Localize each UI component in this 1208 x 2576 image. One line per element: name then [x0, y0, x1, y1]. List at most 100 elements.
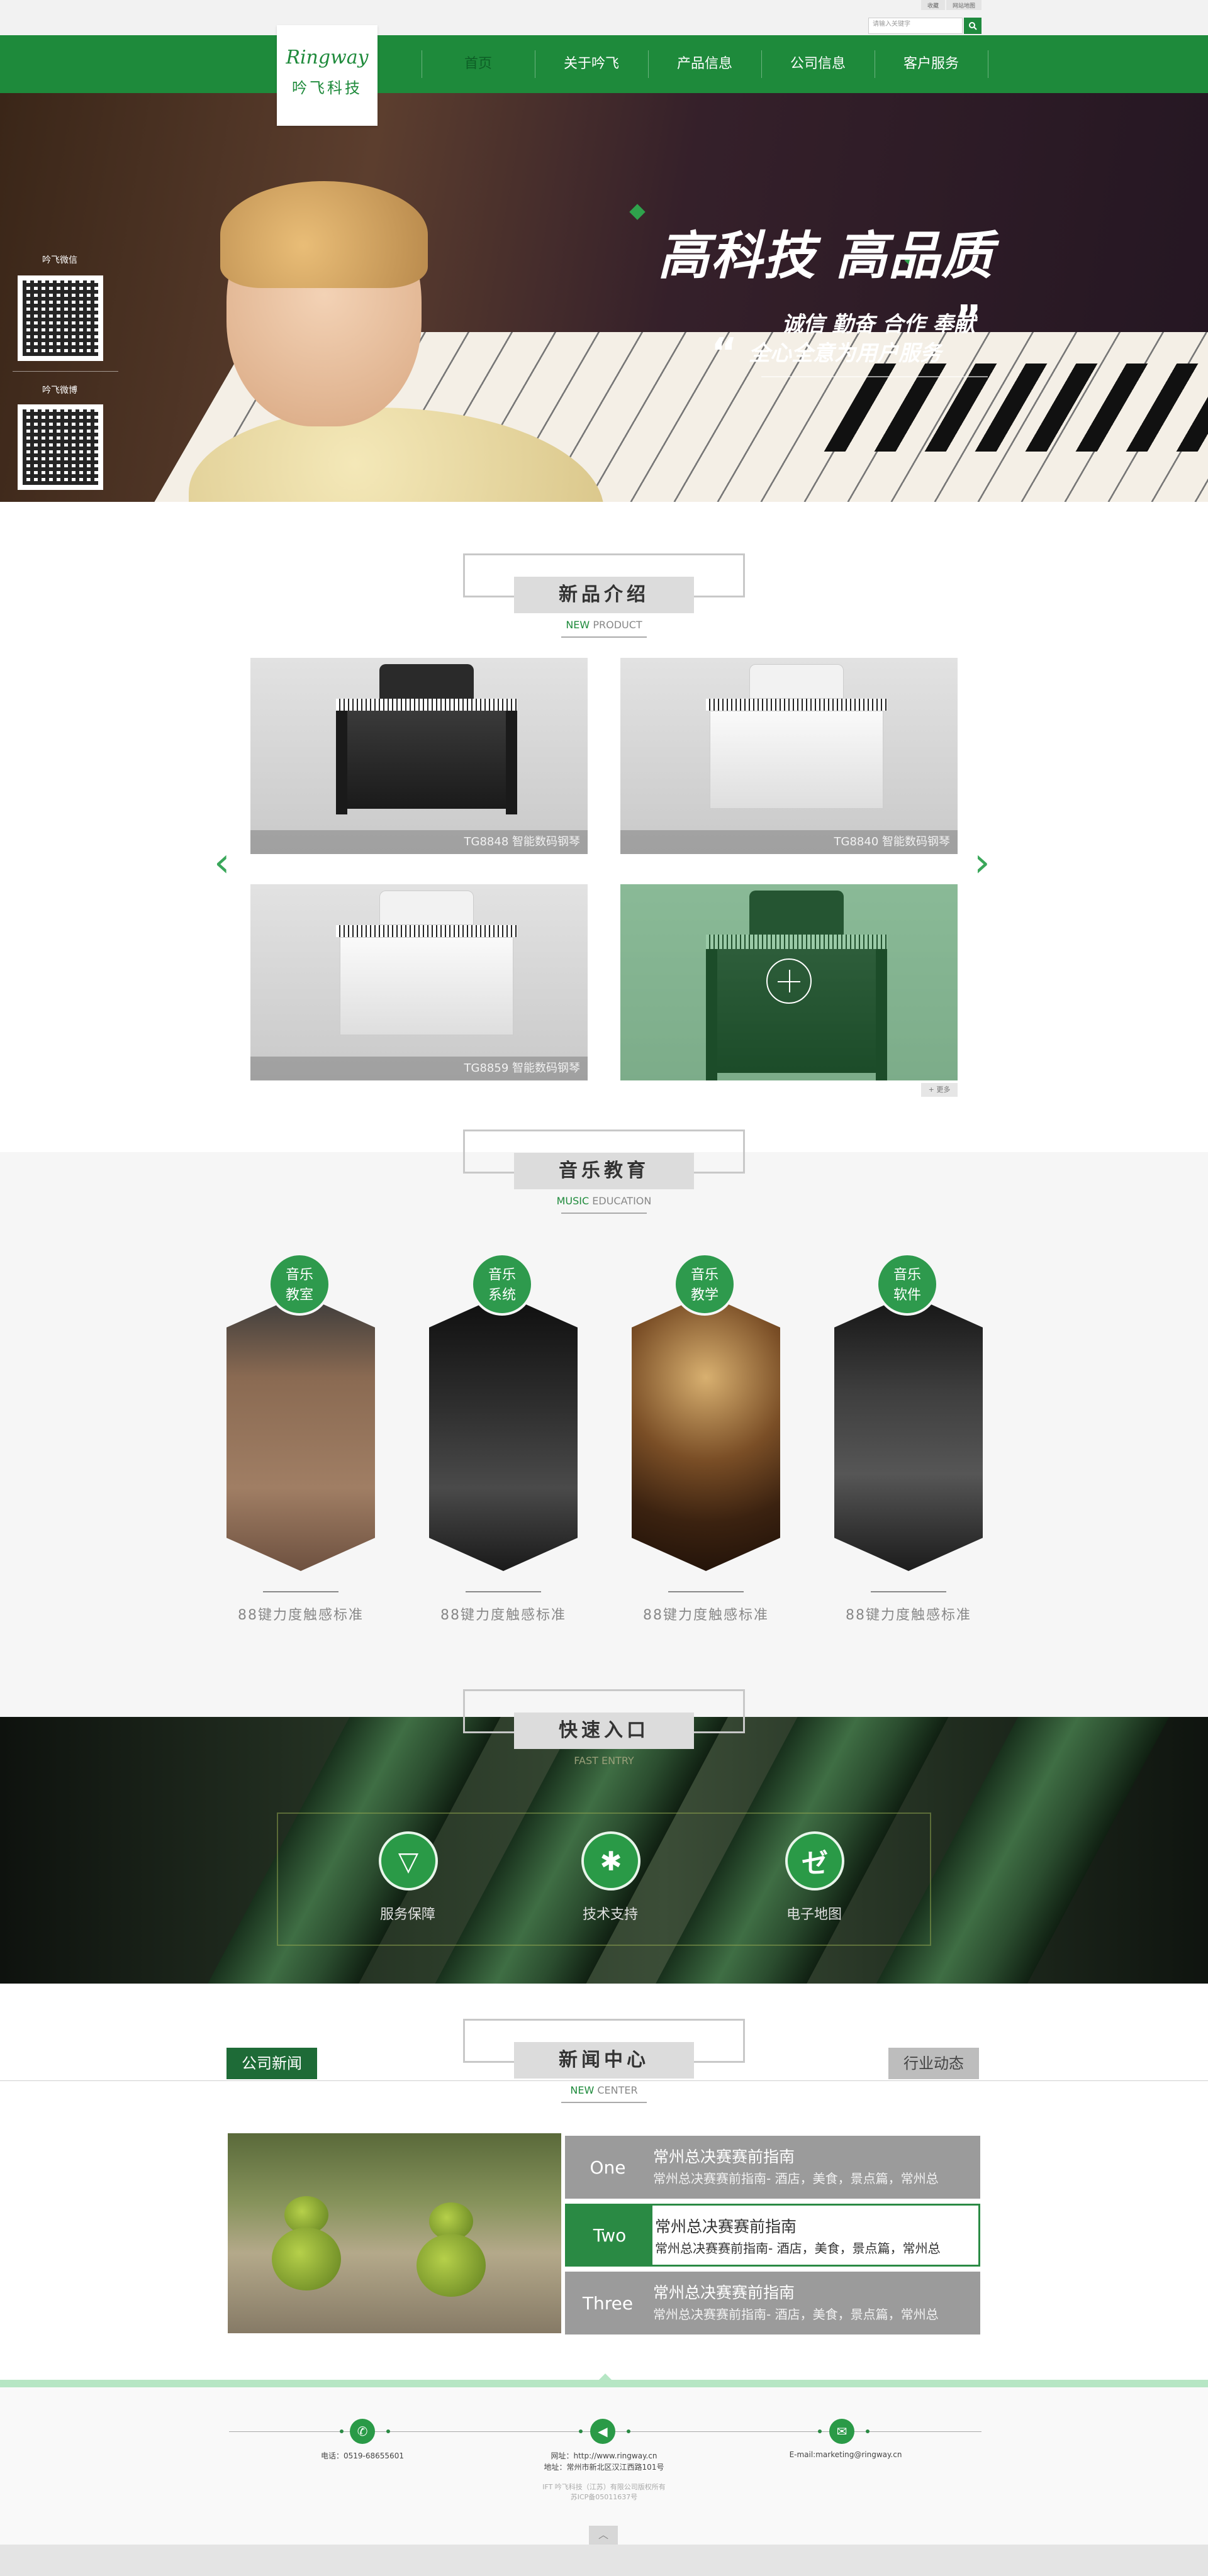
tab-company-news[interactable]: 公司新闻	[226, 2048, 317, 2079]
education-title: 音乐教育	[514, 1153, 694, 1189]
education-badge[interactable]: 音乐 教室	[268, 1253, 331, 1316]
product-card[interactable]: TG8840 智能数码钢琴	[620, 658, 958, 854]
quote-close-icon: ”	[955, 297, 982, 344]
search-placeholder: 请输入关键字	[873, 21, 910, 28]
footer-dot	[386, 2429, 390, 2433]
news-image[interactable]	[228, 2133, 561, 2333]
quick-entry-map[interactable]: 电子地图	[764, 1903, 864, 1923]
product-card[interactable]: TG8848 智能数码钢琴	[250, 658, 588, 854]
badge-line: 音乐	[893, 1267, 921, 1283]
qr-weibo	[18, 404, 103, 490]
tab-industry-news[interactable]: 行业动态	[888, 2048, 979, 2079]
subtitle-accent: MUSIC	[556, 1195, 590, 1207]
logo-script: Ringway	[286, 47, 369, 69]
footer-website[interactable]: 网址：http://www.ringway.cn	[510, 2450, 698, 2461]
education-badge[interactable]: 音乐 软件	[876, 1253, 939, 1316]
footer-dot	[579, 2429, 583, 2433]
badge-line: 教学	[690, 1287, 719, 1303]
education-badge[interactable]: 音乐 系统	[471, 1253, 534, 1316]
qr-weibo-label: 吟飞微博	[42, 386, 77, 396]
hero-banner: 吟飞微信 吟飞微博	[0, 93, 1208, 502]
triangle-down-icon[interactable]: ▽	[379, 1831, 438, 1890]
star-icon[interactable]: ✱	[581, 1831, 640, 1890]
badge-line: 软件	[893, 1287, 921, 1303]
subtitle-accent: NEW	[566, 619, 590, 631]
quick-entry-title: 快速入口	[514, 1713, 694, 1749]
top-links: 收藏 网站地图	[920, 0, 982, 10]
education-text: 88键力度触感标准	[440, 1607, 566, 1623]
product-caption: TG8848 智能数码钢琴	[250, 830, 588, 854]
news-number: Three	[582, 2292, 634, 2314]
qr-wechat	[18, 275, 103, 361]
hero-slogan-1: 诚信 勤奋 合作 奉献	[781, 312, 975, 337]
plus-icon[interactable]	[766, 958, 812, 1004]
education-image-software[interactable]	[834, 1294, 983, 1571]
products-title: 新品介绍	[514, 577, 694, 613]
education-badge[interactable]: 音乐 教学	[673, 1253, 736, 1316]
qr-divider	[13, 371, 118, 372]
search-button[interactable]	[964, 18, 982, 34]
more-button[interactable]: + 更多	[921, 1083, 958, 1097]
badge-line: 系统	[488, 1287, 516, 1303]
phone-icon: ✆	[350, 2419, 375, 2444]
logo[interactable]: Ringway 吟飞科技	[277, 25, 378, 126]
news-description: 常州总决赛赛前指南- 酒店，美食，景点篇，常州总	[655, 2241, 941, 2256]
footer-phone: 电话：0519-68655601	[321, 2451, 404, 2460]
top-bar	[0, 0, 1208, 35]
badge-line: 教室	[285, 1287, 313, 1303]
product-card-hover[interactable]	[620, 884, 958, 1080]
news-item-active[interactable]: Two 常州总决赛赛前指南 常州总决赛赛前指南- 酒店，美食，景点篇，常州总	[565, 2204, 980, 2267]
news-subtitle: NEW CENTER	[510, 2084, 698, 2096]
nav-products[interactable]: 产品信息	[648, 47, 761, 82]
subtitle-underline	[561, 1213, 647, 1214]
news-divider	[0, 2080, 1208, 2081]
baby-hair-image	[220, 181, 428, 288]
quick-entry-support[interactable]: 技术支持	[560, 1903, 661, 1923]
education-subtitle: MUSIC EDUCATION	[510, 1195, 698, 1207]
footer-dot	[866, 2429, 870, 2433]
footer-band	[0, 2380, 1208, 2387]
education-divider	[871, 1591, 946, 1592]
product-caption: TG8859 智能数码钢琴	[250, 1057, 588, 1080]
news-title[interactable]: 常州总决赛赛前指南	[653, 2280, 795, 2303]
news-title[interactable]: 常州总决赛赛前指南	[655, 2214, 797, 2237]
nav-company[interactable]: 公司信息	[761, 47, 875, 82]
footer-dot	[627, 2429, 630, 2433]
sitemap-link[interactable]: 网站地图	[946, 0, 982, 10]
education-text: 88键力度触感标准	[643, 1607, 769, 1623]
news-description: 常州总决赛赛前指南- 酒店，美食，景点篇，常州总	[653, 2307, 939, 2322]
education-image-classroom[interactable]	[226, 1294, 375, 1571]
favorite-link[interactable]: 收藏	[920, 0, 945, 10]
badge-line: 音乐	[690, 1267, 719, 1283]
product-card[interactable]: TG8859 智能数码钢琴	[250, 884, 588, 1080]
map-icon[interactable]: ゼ	[785, 1831, 844, 1890]
footer-address: 地址：常州市新北区汉江西路101号	[544, 2463, 664, 2472]
back-to-top-button[interactable]: ︿	[589, 2526, 618, 2545]
footer-email[interactable]: E-mail:marketing@ringway.cn	[770, 2450, 921, 2459]
nav-home[interactable]: 首页	[422, 47, 535, 82]
news-title[interactable]: 常州总决赛赛前指南	[653, 2145, 795, 2167]
nav-service[interactable]: 客户服务	[875, 47, 988, 82]
search-input[interactable]: 请输入关键字	[868, 18, 963, 34]
megaphone-icon: ◀	[590, 2419, 615, 2444]
education-divider	[466, 1591, 541, 1592]
chevron-right-icon[interactable]: ›	[974, 843, 990, 883]
piano-image	[332, 664, 521, 815]
quote-open-icon: “	[711, 330, 738, 377]
footer-icp: 苏ICP备05011637号	[570, 2493, 638, 2501]
qr-wechat-label: 吟飞微信	[42, 255, 77, 265]
subtitle-rest: EDUCATION	[592, 1195, 652, 1207]
piano-image	[702, 664, 891, 809]
footer-dot	[340, 2429, 344, 2433]
nav-about[interactable]: 关于吟飞	[535, 47, 648, 82]
subtitle-accent: NEW	[570, 2084, 595, 2096]
education-image-teaching[interactable]	[632, 1294, 780, 1571]
footer-dot	[818, 2429, 822, 2433]
education-image-system[interactable]	[429, 1294, 578, 1571]
footer-copyright: IFT 吟飞科技（江苏）有限公司版权所有	[542, 2483, 666, 2491]
news-item[interactable]: Three 常州总决赛赛前指南 常州总决赛赛前指南- 酒店，美食，景点篇，常州总	[565, 2272, 980, 2334]
chevron-left-icon[interactable]: ‹	[214, 843, 230, 883]
quick-entry-service[interactable]: 服务保障	[357, 1903, 458, 1923]
education-text: 88键力度触感标准	[238, 1607, 364, 1623]
news-item[interactable]: One 常州总决赛赛前指南 常州总决赛赛前指南- 酒店，美食，景点篇，常州总	[565, 2136, 980, 2199]
